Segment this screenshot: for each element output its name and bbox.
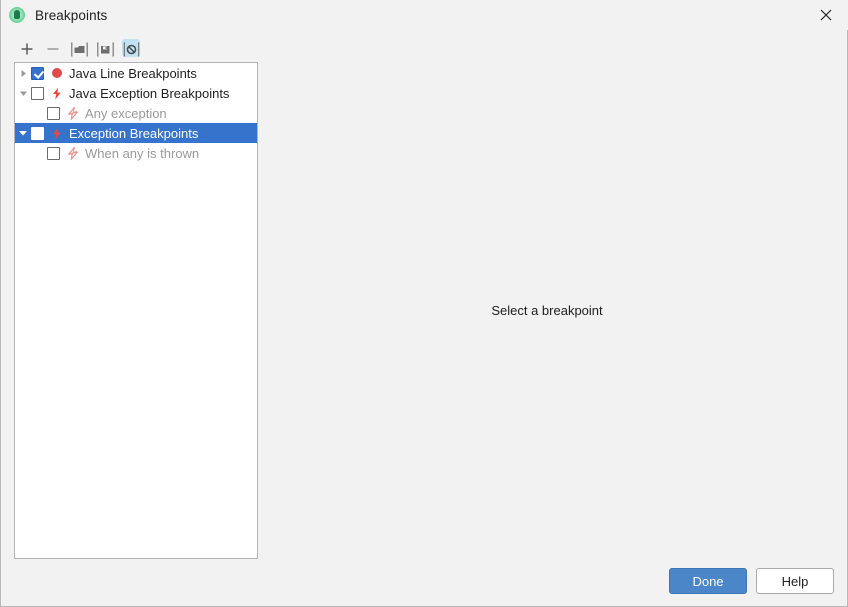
chevron-right-icon (21, 69, 26, 77)
tree-item-label: Exception Breakpoints (69, 125, 199, 141)
tree-item-checkbox[interactable] (31, 66, 44, 80)
export-breakpoints-button[interactable] (92, 38, 118, 60)
tree-item-java-line-breakpoints[interactable]: Java Line Breakpoints (15, 63, 257, 83)
add-breakpoint-button[interactable] (14, 38, 40, 60)
red-dot-breakpoint-icon (49, 65, 65, 81)
mute-breakpoints-icon (123, 41, 139, 57)
tree-item-checkbox[interactable] (47, 106, 60, 120)
expand-collapse-toggle[interactable] (15, 63, 31, 83)
chevron-down-icon (19, 91, 27, 96)
close-icon (820, 9, 832, 21)
empty-state-message: Select a breakpoint (491, 303, 603, 318)
dialog-footer: Done Help (669, 568, 834, 594)
done-button[interactable]: Done (669, 568, 747, 594)
intellij-idea-icon (9, 7, 25, 23)
tree-item-label: Any exception (85, 105, 167, 121)
tree-item-checkbox[interactable] (47, 146, 60, 160)
tree-item-label: When any is thrown (85, 145, 200, 161)
window-title: Breakpoints (35, 7, 108, 23)
tree-item-label: Java Exception Breakpoints (69, 85, 230, 101)
expand-collapse-toggle[interactable] (15, 83, 31, 103)
folder-open-icon (70, 41, 88, 57)
lightning-breakpoint-icon (49, 125, 65, 141)
lightning-breakpoint-muted-icon (65, 105, 81, 121)
breakpoints-tree[interactable]: Java Line Breakpoints Java Exception Bre… (14, 62, 258, 559)
breakpoint-detail-pane: Select a breakpoint (258, 62, 836, 559)
minus-icon (47, 48, 59, 50)
title-bar: Breakpoints (1, 0, 848, 30)
mute-breakpoints-button[interactable] (118, 38, 144, 60)
tree-item-checkbox[interactable] (31, 86, 44, 100)
help-button[interactable]: Help (756, 568, 834, 594)
chevron-down-icon (19, 131, 27, 136)
save-disk-icon (96, 41, 114, 57)
expand-collapse-toggle[interactable] (15, 123, 31, 143)
close-button[interactable] (803, 0, 848, 30)
import-breakpoints-button[interactable] (66, 38, 92, 60)
plus-icon (21, 43, 33, 55)
tree-item-java-exception-breakpoints[interactable]: Java Exception Breakpoints (15, 83, 257, 103)
lightning-breakpoint-icon (49, 85, 65, 101)
tree-item-label: Java Line Breakpoints (69, 65, 197, 81)
tree-item-exception-breakpoints[interactable]: Exception Breakpoints (15, 123, 257, 143)
remove-breakpoint-button[interactable] (40, 38, 66, 60)
lightning-breakpoint-muted-icon (65, 145, 81, 161)
tree-item-when-any-is-thrown[interactable]: When any is thrown (15, 143, 257, 163)
tree-item-any-exception[interactable]: Any exception (15, 103, 257, 123)
tree-item-checkbox[interactable] (31, 126, 44, 140)
breakpoints-toolbar (14, 38, 144, 60)
